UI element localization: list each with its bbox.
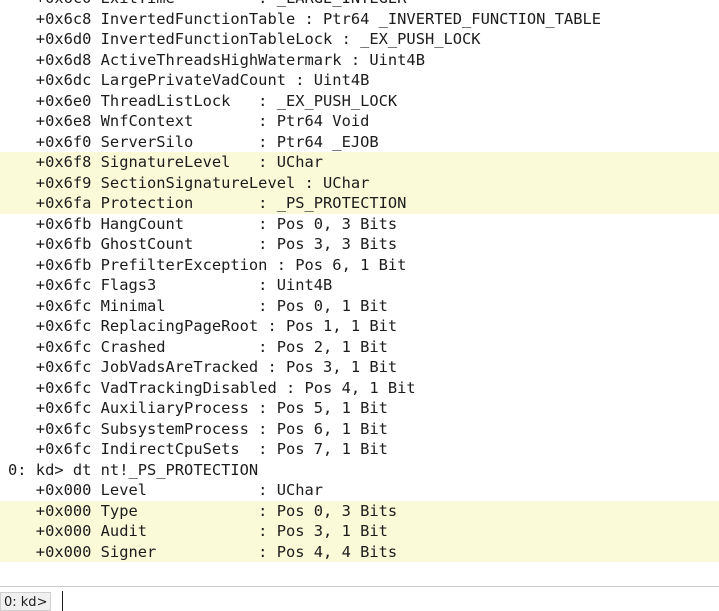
output-line: +0x000 Type : Pos 0, 3 Bits xyxy=(0,500,719,521)
output-line: +0x000 Signer : Pos 4, 4 Bits xyxy=(0,541,719,562)
command-echo-line: 0: kd> dt nt!_PS_PROTECTION xyxy=(8,460,259,479)
output-line: +0x6fc IndirectCpuSets : Pos 7, 1 Bit xyxy=(8,440,388,458)
output-line: +0x6fc SubsystemProcess : Pos 6, 1 Bit xyxy=(8,419,388,438)
output-line: +0x6fc AuxiliaryProcess : Pos 5, 1 Bit xyxy=(8,399,388,417)
output-line: +0x6c8 InvertedFunctionTable : Ptr64 _IN… xyxy=(8,9,602,28)
output-line: +0x6e0 ThreadListLock : _EX_PUSH_LOCK xyxy=(8,91,398,110)
output-line: +0x6f0 ServerSilo : Ptr64 _EJOB xyxy=(8,132,379,151)
output-line: +0x6d0 InvertedFunctionTableLock : _EX_P… xyxy=(8,30,481,48)
output-lines: +0x6c0 ExitTime : _LARGE_INTEGER +0x6c8 … xyxy=(0,0,719,562)
output-line: +0x6fb HangCount : Pos 0, 3 Bits xyxy=(8,214,398,233)
output-line: +0x6fc Minimal : Pos 0, 1 Bit xyxy=(8,296,388,315)
output-line: +0x6fa Protection : _PS_PROTECTION xyxy=(0,193,719,214)
output-line: +0x6f8 SignatureLevel : UChar xyxy=(0,152,719,173)
output-line: +0x6d8 ActiveThreadsHighWatermark : Uint… xyxy=(8,50,425,69)
output-line: +0x6fb GhostCount : Pos 3, 3 Bits xyxy=(8,235,398,253)
output-line: +0x000 Audit : Pos 3, 1 Bit xyxy=(0,521,719,542)
output-line: +0x000 Level : UChar xyxy=(8,481,324,499)
output-line: +0x6fc JobVadsAreTracked : Pos 3, 1 Bit xyxy=(8,358,398,376)
output-line: +0x6fc Flags3 : Uint4B xyxy=(8,276,333,294)
command-prompt-label: 0: kd> xyxy=(0,592,52,611)
output-line: +0x6fc VadTrackingDisabled : Pos 4, 1 Bi… xyxy=(8,378,416,397)
debugger-window: +0x6c0 ExitTime : _LARGE_INTEGER +0x6c8 … xyxy=(0,0,719,611)
command-output-pane[interactable]: +0x6c0 ExitTime : _LARGE_INTEGER +0x6c8 … xyxy=(0,0,719,580)
output-line: +0x6e8 WnfContext : Ptr64 Void xyxy=(8,112,370,130)
output-line: +0x6fb PrefilterException : Pos 6, 1 Bit xyxy=(8,255,407,274)
output-line: +0x6c0 ExitTime : _LARGE_INTEGER xyxy=(0,0,719,9)
output-line: +0x6fc ReplacingPageRoot : Pos 1, 1 Bit xyxy=(8,317,398,335)
output-line: +0x6f9 SectionSignatureLevel : UChar xyxy=(0,172,719,193)
output-line: +0x6dc LargePrivateVadCount : Uint4B xyxy=(8,71,370,89)
output-line: +0x6fc Crashed : Pos 2, 1 Bit xyxy=(8,337,388,356)
command-bar: 0: kd> xyxy=(0,586,719,611)
command-input[interactable] xyxy=(62,591,712,611)
